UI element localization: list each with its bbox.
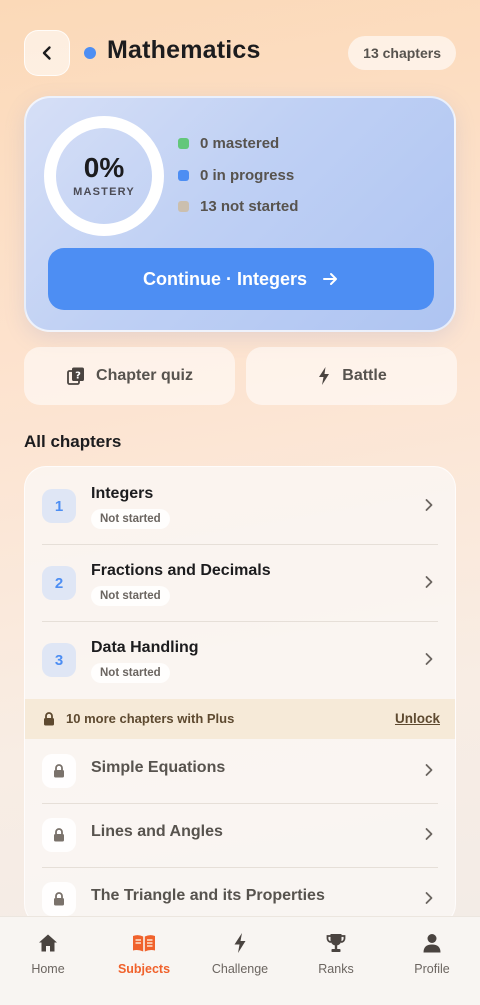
plus-upsell-banner: 10 more chapters with Plus Unlock <box>25 699 455 739</box>
chapter-status-badge: Not started <box>91 509 170 529</box>
stat-not-started-label: 13 not started <box>200 197 299 215</box>
nav-label-ranks: Ranks <box>318 962 354 976</box>
back-button[interactable] <box>24 30 70 76</box>
chapter-status-badge: Not started <box>91 586 170 606</box>
user-icon <box>384 931 480 955</box>
quiz-icon: ? <box>66 366 86 386</box>
chapter-quiz-label: Chapter quiz <box>96 367 193 384</box>
locked-chapter-name: The Triangle and its Properties <box>91 887 325 904</box>
nav-label-home: Home <box>31 962 65 976</box>
nav-item-challenge[interactable]: Challenge <box>192 931 288 976</box>
arrow-right-icon <box>321 270 339 288</box>
nav-label-profile: Profile <box>414 962 450 976</box>
chevron-right-icon <box>423 891 435 905</box>
chapter-name: Integers <box>91 485 154 502</box>
mastery-percent: 0% <box>83 152 125 183</box>
lock-icon <box>43 712 55 726</box>
chapter-row[interactable]: 2 Fractions and Decimals Not started <box>25 544 455 621</box>
stat-not-started: 13 not started <box>178 195 298 217</box>
stat-in-progress-label: 0 in progress <box>200 166 295 184</box>
chapter-list: 1 Integers Not started 2 Fractions and D… <box>24 466 456 926</box>
home-icon <box>0 931 96 955</box>
nav-label-subjects: Subjects <box>117 962 171 976</box>
chevron-right-icon <box>423 763 435 777</box>
section-title: All chapters <box>24 432 122 451</box>
stat-mastered-label: 0 mastered <box>200 134 280 152</box>
locked-chapter-row[interactable]: Lines and Angles <box>25 803 455 867</box>
trophy-icon <box>288 931 384 955</box>
in-progress-legend-swatch <box>178 169 189 181</box>
chevron-right-icon <box>423 575 435 589</box>
nav-label-challenge: Challenge <box>211 962 269 976</box>
chevron-right-icon <box>423 652 435 666</box>
svg-text:?: ? <box>75 370 81 381</box>
chevron-left-icon <box>42 46 51 60</box>
bolt-icon <box>316 366 332 386</box>
stat-mastered: 0 mastered <box>178 132 279 154</box>
chapters-count-badge: 13 chapters <box>348 36 456 70</box>
unlock-link[interactable]: Unlock <box>395 711 440 726</box>
chapter-number: 3 <box>42 643 76 677</box>
battle-label: Battle <box>342 367 387 384</box>
mastered-legend-swatch <box>178 137 189 149</box>
header: Mathematics 13 chapters <box>0 0 480 106</box>
chapter-quiz-button[interactable]: ? Chapter quiz <box>24 347 235 405</box>
nav-item-ranks[interactable]: Ranks <box>288 931 384 976</box>
chapter-row[interactable]: 3 Data Handling Not started <box>25 621 455 698</box>
battle-button[interactable]: Battle <box>246 347 457 405</box>
continue-button[interactable]: Continue · Integers <box>48 248 434 310</box>
lock-icon <box>42 754 76 788</box>
lock-icon <box>42 882 76 916</box>
book-icon <box>96 931 192 955</box>
chevron-right-icon <box>423 498 435 512</box>
mastery-label: MASTERY <box>73 186 135 198</box>
chapter-status-badge: Not started <box>91 663 170 683</box>
progress-card: 0% MASTERY 0 mastered 0 in progress 13 n… <box>24 96 456 332</box>
subject-color-dot <box>84 47 96 59</box>
chapter-name: Data Handling <box>91 639 199 656</box>
chapter-number: 1 <box>42 489 76 523</box>
nav-item-home[interactable]: Home <box>0 931 96 976</box>
locked-chapter-row[interactable]: Simple Equations <box>25 739 455 803</box>
mastery-ring: 0% MASTERY <box>44 116 164 236</box>
chapter-row[interactable]: 1 Integers Not started <box>25 467 455 544</box>
chapter-name: Fractions and Decimals <box>91 562 271 579</box>
lock-icon <box>42 818 76 852</box>
nav-item-profile[interactable]: Profile <box>384 931 480 976</box>
locked-chapter-name: Lines and Angles <box>91 823 223 840</box>
chevron-right-icon <box>423 827 435 841</box>
stat-in-progress: 0 in progress <box>178 164 294 186</box>
plus-banner-text: 10 more chapters with Plus <box>66 711 235 726</box>
chapter-number: 2 <box>42 566 76 600</box>
bottom-nav: Home Subjects Challenge Ranks Profile <box>0 916 480 1005</box>
nav-item-subjects[interactable]: Subjects <box>96 931 192 976</box>
page-title: Mathematics <box>107 36 261 64</box>
continue-label: Continue · Integers <box>142 268 307 289</box>
locked-chapter-name: Simple Equations <box>91 759 226 776</box>
not-started-legend-swatch <box>178 200 189 212</box>
bolt-icon <box>192 931 288 955</box>
